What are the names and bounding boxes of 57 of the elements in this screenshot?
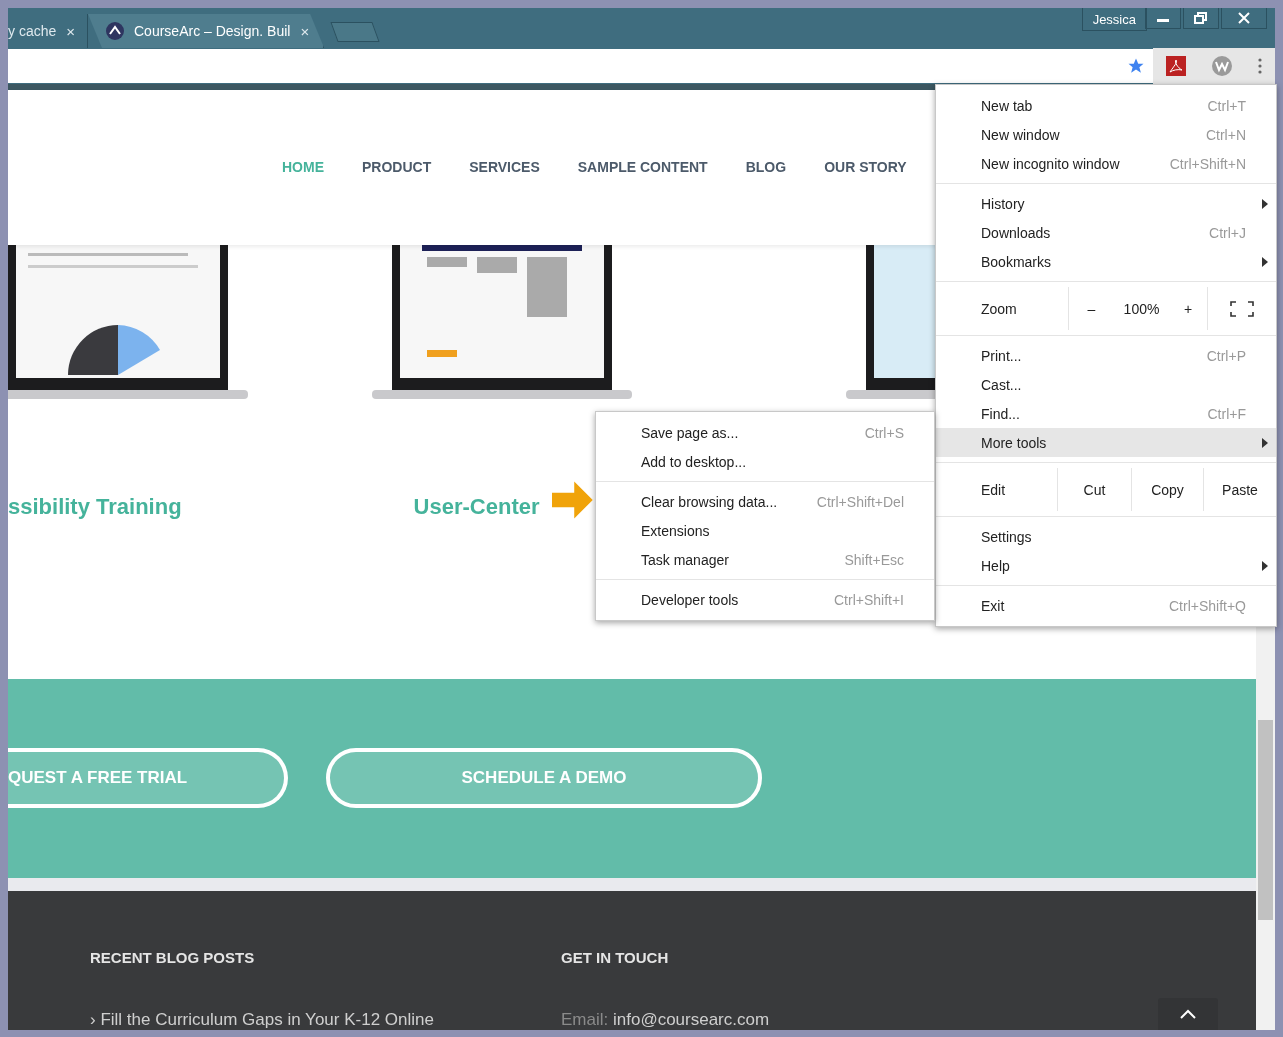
menu-item[interactable]: Help (936, 551, 1276, 580)
close-window-button[interactable] (1221, 8, 1267, 29)
pointer-arrow (552, 480, 594, 520)
zoom-in-button[interactable]: + (1169, 287, 1207, 330)
menu-item[interactable]: Developer tools Ctrl+Shift+I (596, 585, 934, 614)
nav-link[interactable]: BLOG (745, 151, 787, 184)
close-tab-button[interactable]: × (300, 22, 310, 40)
browser-tab[interactable]: y cache × (8, 14, 88, 48)
menu-item[interactable]: More tools (936, 428, 1276, 457)
menu-item[interactable]: Bookmarks (936, 247, 1276, 276)
scroll-to-top-button[interactable] (1158, 998, 1218, 1030)
menu-item[interactable]: Save page as... Ctrl+S (596, 418, 934, 447)
menu-item[interactable]: Downloads Ctrl+J (936, 218, 1276, 247)
profile-button[interactable]: Jessica (1081, 8, 1147, 31)
zoom-out-button[interactable]: – (1068, 287, 1114, 330)
menu-item[interactable]: New window Ctrl+N (936, 120, 1276, 149)
restore-icon (1194, 12, 1208, 24)
bookmark-star-icon[interactable] (1127, 57, 1145, 75)
menu-item[interactable]: Settings (936, 522, 1276, 551)
contact-email: Email: info@coursearc.com (561, 1010, 771, 1030)
menu-item[interactable]: Clear browsing data... Ctrl+Shift+Del (596, 487, 934, 516)
menu-label: Zoom (980, 300, 1018, 317)
menu-item[interactable]: Extensions (596, 516, 934, 545)
menu-item[interactable]: Print... Ctrl+P (936, 341, 1276, 370)
browser-tab[interactable]: CourseArc – Design. Buil × (88, 14, 325, 48)
minimize-button[interactable] (1145, 8, 1181, 29)
menu-item[interactable]: Task manager Shift+Esc (596, 545, 934, 574)
menu-item[interactable]: New incognito window Ctrl+Shift+N (936, 149, 1276, 178)
course-title: ssibility Training (8, 494, 182, 521)
course-title: User-Center (413, 494, 540, 521)
zoom-level: 100% (1122, 299, 1161, 319)
pdf-extension-icon[interactable] (1166, 56, 1186, 76)
site-logo-icon (106, 22, 124, 40)
menu-label: Edit (980, 481, 1007, 498)
menu-item[interactable]: New tab Ctrl+T (936, 91, 1276, 120)
menu-item[interactable]: Cast... (936, 370, 1276, 399)
menu-item[interactable]: Find... Ctrl+F (936, 399, 1276, 428)
nav-link[interactable]: SERVICES (469, 151, 540, 184)
menu-action-button[interactable]: Cut (1057, 468, 1131, 511)
restore-button[interactable] (1183, 8, 1219, 29)
blog-post-link[interactable]: › Fill the Curriculum Gaps in Your K-12 Online (90, 1010, 561, 1030)
chevron-up-icon (1180, 1009, 1196, 1019)
fullscreen-icon[interactable] (1230, 300, 1254, 317)
nav-link[interactable]: SAMPLE CONTENT (577, 151, 708, 184)
close-icon (1238, 12, 1250, 24)
menu-item[interactable]: Add to desktop... (596, 447, 934, 476)
menu-item[interactable]: Exit Ctrl+Shift+Q (936, 591, 1276, 620)
close-tab-button[interactable]: × (66, 22, 75, 40)
menu-action-button[interactable]: Copy (1131, 468, 1203, 511)
footer-heading: RECENT BLOG POSTS (90, 949, 256, 966)
menu-icon[interactable] (1258, 58, 1262, 74)
nav-link[interactable]: OUR STORY (824, 151, 907, 184)
menu-item[interactable]: History (936, 189, 1276, 218)
extension-icon[interactable] (1212, 56, 1232, 76)
menu-action-button[interactable]: Paste (1203, 468, 1276, 511)
footer-heading: GET IN TOUCH (561, 949, 670, 966)
nav-link[interactable]: PRODUCT (362, 151, 432, 184)
